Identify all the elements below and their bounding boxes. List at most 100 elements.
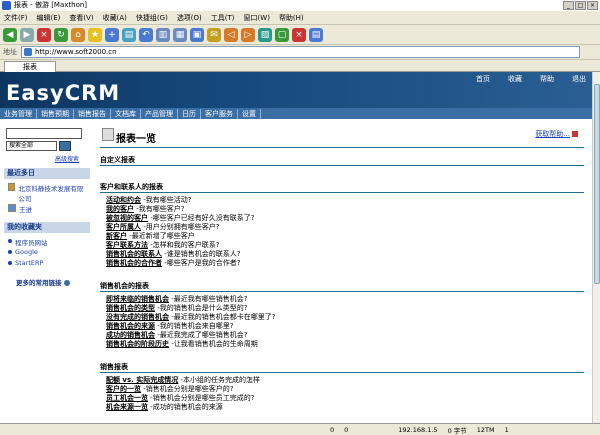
report-row: 销售机会的合作者 -哪些客户是我的合作者? [106,258,240,268]
report-description: -我有哪些活动? [141,196,192,204]
split-view-icon[interactable]: ▥ [156,27,170,42]
nav-docs[interactable]: 文档库 [111,108,141,119]
nav-settings[interactable]: 设置 [238,108,261,119]
report-link[interactable]: 被忽视的客户 [106,214,148,222]
section-title: 自定义报表 [100,156,135,164]
report-link[interactable]: 机会来源一览 [106,403,148,411]
menu-help[interactable]: 帮助(H) [279,13,304,23]
help-link[interactable]: 获取帮助... [535,129,578,139]
report-link[interactable]: 即将来临的销售机会 [106,295,169,303]
search-input[interactable] [6,128,82,139]
nav-service[interactable]: 客户服务 [201,108,238,119]
close-tab-icon[interactable]: × [292,27,306,42]
nav-products[interactable]: 产品管理 [141,108,178,119]
report-description: -本小组的任务完成的怎样 [178,376,261,384]
maximize-button[interactable]: □ [575,1,586,10]
report-description: -销售机会分别是哪些员工完成的? [148,394,255,402]
sidebar: 搜索全部 高级搜索 最近多日 北京科静技术发展有限公司 王进 我的收藏夹 程序员… [0,122,94,423]
report-description: -用户分别拥有哪些客户? [141,223,220,231]
bookmark-icon[interactable]: ▤ [122,27,136,42]
nav-calendar[interactable]: 日历 [178,108,201,119]
menu-options[interactable]: 选项(O) [177,13,202,23]
title-bar: 报表 - 傲游 [Maxthon] _ □ × [0,0,600,11]
menu-groups[interactable]: 快捷组(G) [136,13,168,23]
report-link[interactable]: 我的客户 [106,205,134,213]
report-link[interactable]: 销售机会的合作者 [106,259,162,267]
favorite-link[interactable]: StartERP [8,259,43,267]
report-link[interactable]: 新客户 [106,232,127,240]
favorite-link[interactable]: 程序员网站 [8,237,48,247]
report-link[interactable]: 成功的销售机会 [106,331,155,339]
tab-reports[interactable]: 报表 [4,61,56,72]
favorite-link[interactable]: Google [8,248,38,256]
menu-tools[interactable]: 工具(T) [211,13,235,23]
report-description: -成功的销售机会的来源 [148,403,223,411]
report-link[interactable]: 客户的一览 [106,385,141,393]
tile-icon[interactable]: ▧ [258,27,272,42]
section-divider [100,192,584,193]
layout-icon[interactable]: ▤ [309,27,323,42]
report-link[interactable]: 员工机会一览 [106,394,148,402]
stop-icon[interactable]: × [37,27,51,42]
menu-window[interactable]: 窗口(W) [244,13,270,23]
section-title: 销售机会的报表 [100,282,149,290]
star-icon[interactable]: ★ [88,27,102,42]
back-icon[interactable]: ◀ [3,27,17,42]
section-title: 销售报表 [100,363,128,371]
page-title: 报表一览 [116,134,156,145]
menu-view[interactable]: 查看(V) [69,13,93,23]
window-controls: _ □ × [563,1,598,10]
nav-help[interactable]: 帮助 [540,74,554,84]
report-link[interactable]: 销售机会的类型 [106,304,155,312]
recent-item[interactable]: 王进 [8,204,32,214]
home-icon[interactable]: ⌂ [71,27,85,42]
next-tab-icon[interactable]: ▷ [241,27,255,42]
report-link[interactable]: 客户所属人 [106,223,141,231]
report-row: 销售机会的阶段历史 -让我看销售机会的生命周期 [106,339,258,349]
print-icon[interactable]: ▣ [190,27,204,42]
nav-business[interactable]: 业务管理 [0,108,37,119]
screen-icon[interactable]: ▢ [275,27,289,42]
report-link[interactable]: 没有完成的销售机会 [106,313,169,321]
prev-tab-icon[interactable]: ◁ [224,27,238,42]
page-icon [24,48,32,56]
report-link[interactable]: 销售机会的来源 [106,322,155,330]
forward-icon[interactable]: ▶ [20,27,34,42]
nav-logout[interactable]: 退出 [572,74,586,84]
nav-favorites[interactable]: 收藏 [508,74,522,84]
scroll-thumb[interactable] [594,84,600,284]
undo-icon[interactable]: ↶ [139,27,153,42]
nav-forecast[interactable]: 销售预期 [37,108,74,119]
report-link[interactable]: 销售机会的联系人 [106,250,162,258]
minimize-button[interactable]: _ [563,1,574,10]
report-link[interactable]: 客户联系方法 [106,241,148,249]
recent-item[interactable]: 北京科静技术发展有限公司 [8,183,88,203]
bullet-icon [8,239,12,243]
nav-reports[interactable]: 销售报告 [74,108,111,119]
company-icon [8,183,16,191]
vertical-scrollbar[interactable] [592,72,600,423]
nav-home[interactable]: 首页 [476,74,490,84]
mail-icon[interactable]: ✉ [207,27,221,42]
search-scope-select[interactable]: 搜索全部 [6,141,57,151]
search-button[interactable] [59,141,71,151]
more-links[interactable]: 更多的常用链接 [16,277,70,287]
add-favorite-icon[interactable]: + [105,27,119,42]
address-input[interactable]: http://www.soft2000.cn [21,46,580,58]
menu-favorites[interactable]: 收藏(A) [103,13,127,23]
web-page: EasyCRM 首页 收藏 帮助 退出 业务管理 销售预期 销售报告 文档库 产… [0,72,592,423]
menu-edit[interactable]: 编辑(E) [37,13,61,23]
status-bytes: 0 字节 [447,426,467,435]
status-count-b: 0 [344,425,349,434]
refresh-icon[interactable]: ↻ [54,27,68,42]
report-link[interactable]: 配额 vs. 实际完成情况 [106,376,178,384]
window-icon[interactable]: ▦ [173,27,187,42]
status-zoom: 1 [504,425,509,434]
report-description: -我的销售机会来自哪里? [155,322,234,330]
report-link[interactable]: 活动和约会 [106,196,141,204]
menu-file[interactable]: 文件(F) [4,13,28,23]
report-link[interactable]: 销售机会的阶段历史 [106,340,169,348]
close-button[interactable]: × [587,1,598,10]
status-mem: 12TM [476,425,495,434]
advanced-search-link[interactable]: 高级搜索 [55,154,79,163]
